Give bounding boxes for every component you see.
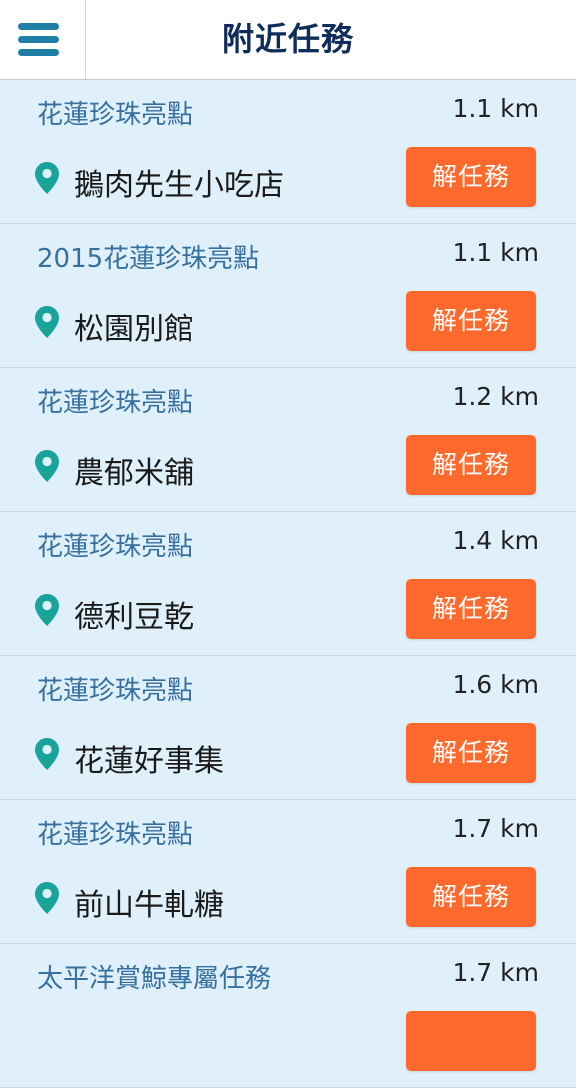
solve-task-button[interactable]: 解任務 — [406, 147, 536, 207]
solve-task-button[interactable]: 解任務 — [406, 579, 536, 639]
map-pin-icon — [35, 162, 59, 194]
task-distance: 1.7 km — [452, 814, 539, 843]
task-list-item[interactable]: 2015花蓮珍珠亮點 1.1 km 松園別館 解任務 — [0, 224, 576, 368]
task-list-item[interactable]: 花蓮珍珠亮點 1.1 km 鵝肉先生小吃店 解任務 — [0, 80, 576, 224]
task-category: 太平洋賞鯨專屬任務 — [37, 964, 272, 994]
solve-task-button[interactable]: 解任務 — [406, 435, 536, 495]
task-distance: 1.1 km — [452, 94, 539, 123]
task-list-item[interactable]: 太平洋賞鯨專屬任務 1.7 km — [0, 944, 576, 1088]
task-place-name: 前山牛軋糖 — [74, 888, 224, 923]
map-pin-icon — [35, 450, 59, 482]
task-list-item[interactable]: 花蓮珍珠亮點 1.2 km 農郁米舖 解任務 — [0, 368, 576, 512]
top-app-bar: 附近任務 — [0, 0, 576, 80]
nearby-task-list: 花蓮珍珠亮點 1.1 km 鵝肉先生小吃店 解任務 2015花蓮珍珠亮點 1.1… — [0, 80, 576, 1088]
task-category: 花蓮珍珠亮點 — [37, 820, 194, 850]
task-category: 花蓮珍珠亮點 — [37, 676, 194, 706]
task-distance: 1.4 km — [452, 526, 539, 555]
task-place-name: 花蓮好事集 — [74, 744, 224, 779]
solve-task-button[interactable] — [406, 1011, 536, 1071]
task-category: 2015花蓮珍珠亮點 — [37, 244, 260, 274]
task-list-item[interactable]: 花蓮珍珠亮點 1.7 km 前山牛軋糖 解任務 — [0, 800, 576, 944]
task-distance: 1.1 km — [452, 238, 539, 267]
solve-task-button[interactable]: 解任務 — [406, 723, 536, 783]
task-place-name: 松園別館 — [74, 312, 194, 347]
menu-button[interactable] — [0, 0, 86, 79]
solve-task-button[interactable]: 解任務 — [406, 867, 536, 927]
task-place-name: 農郁米舖 — [74, 456, 194, 491]
task-distance: 1.6 km — [452, 670, 539, 699]
task-place-name: 鵝肉先生小吃店 — [74, 168, 284, 203]
map-pin-icon — [35, 738, 59, 770]
task-category: 花蓮珍珠亮點 — [37, 100, 194, 130]
solve-task-button[interactable]: 解任務 — [406, 291, 536, 351]
task-category: 花蓮珍珠亮點 — [37, 388, 194, 418]
task-place-name: 德利豆乾 — [74, 600, 194, 635]
map-pin-icon — [35, 306, 59, 338]
task-distance: 1.7 km — [452, 958, 539, 987]
map-pin-icon — [35, 594, 59, 626]
task-category: 花蓮珍珠亮點 — [37, 532, 194, 562]
task-list-item[interactable]: 花蓮珍珠亮點 1.6 km 花蓮好事集 解任務 — [0, 656, 576, 800]
task-list-item[interactable]: 花蓮珍珠亮點 1.4 km 德利豆乾 解任務 — [0, 512, 576, 656]
page-title: 附近任務 — [221, 20, 354, 58]
task-distance: 1.2 km — [452, 382, 539, 411]
map-pin-icon — [35, 882, 59, 914]
